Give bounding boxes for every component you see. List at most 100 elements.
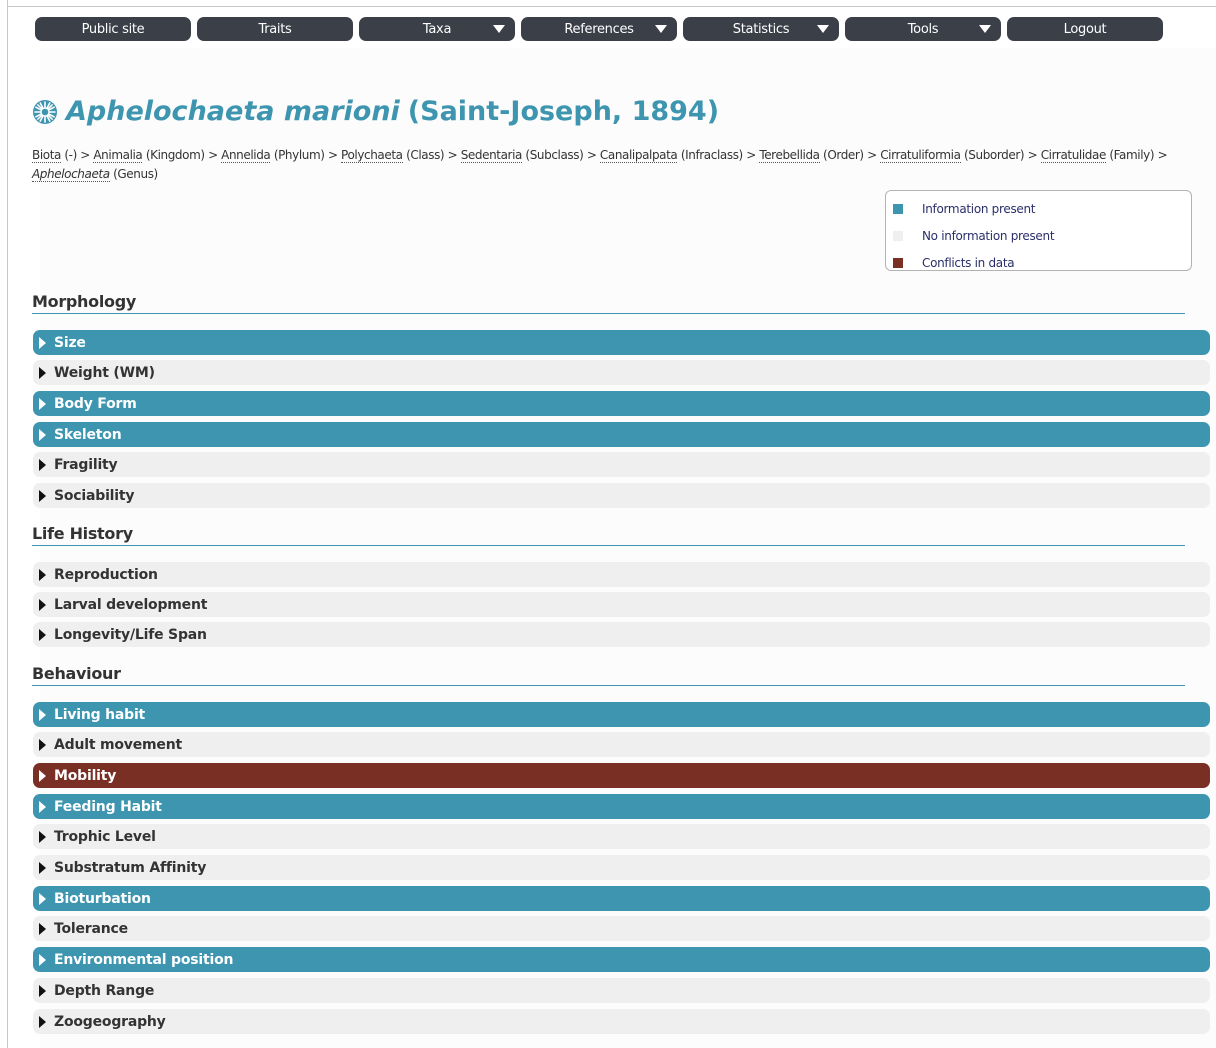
expand-arrow-icon (39, 800, 46, 813)
breadcrumb-link-animalia[interactable]: Animalia (93, 148, 143, 163)
expand-arrow-icon (39, 984, 46, 997)
nav-button-label: Statistics (732, 21, 790, 37)
legend-label-conflict: Conflicts in data (922, 255, 1015, 270)
trait-toggle-longevity-life-span[interactable]: Longevity/Life Span (33, 622, 1210, 647)
expand-arrow-icon (39, 628, 46, 641)
trait-label: Substratum Affinity (54, 859, 207, 876)
breadcrumb-rank: (Infraclass) (680, 148, 743, 162)
nav-button-taxa[interactable]: Taxa (359, 17, 515, 41)
expand-arrow-icon (39, 1015, 46, 1028)
trait-toggle-larval-development[interactable]: Larval development (33, 592, 1210, 617)
trait-toggle-tolerance[interactable]: Tolerance (33, 916, 1210, 941)
trait-toggle-skeleton[interactable]: Skeleton (33, 422, 1210, 447)
caret-down-icon (817, 25, 829, 33)
trait-label: Fragility (54, 456, 118, 473)
trait-toggle-depth-range[interactable]: Depth Range (33, 978, 1210, 1003)
expand-arrow-icon (39, 769, 46, 782)
legend-swatch-absent (893, 230, 903, 241)
trait-toggle-reproduction[interactable]: Reproduction (33, 562, 1210, 587)
expand-arrow-icon (39, 922, 46, 935)
trait-label: Larval development (54, 596, 208, 613)
legend-item-present: Information present (886, 195, 1191, 222)
nav-button-references[interactable]: References (521, 17, 677, 41)
page-frame-left-border (7, 0, 8, 1048)
caret-down-icon (655, 25, 667, 33)
trait-toggle-size[interactable]: Size (33, 330, 1210, 355)
breadcrumb-rank: (Subclass) (525, 148, 584, 162)
breadcrumb-rank: (Genus) (113, 167, 158, 181)
trait-toggle-feeding-habit[interactable]: Feeding Habit (33, 794, 1210, 819)
nav-button-label: References (564, 21, 634, 37)
breadcrumb-rank: (Suborder) (964, 148, 1025, 162)
nav-button-tools[interactable]: Tools (845, 17, 1001, 41)
breadcrumb-link-terebellida[interactable]: Terebellida (759, 148, 820, 163)
nav-button-statistics[interactable]: Statistics (683, 17, 839, 41)
page-frame-top-border (7, 6, 1216, 7)
expand-arrow-icon (39, 489, 46, 502)
expand-arrow-icon (39, 336, 46, 349)
trait-label: Living habit (54, 706, 146, 723)
nav-button-public-site[interactable]: Public site (35, 17, 191, 41)
trait-toggle-zoogeography[interactable]: Zoogeography (33, 1009, 1210, 1034)
trait-toggle-weight-wm[interactable]: Weight (WM) (33, 360, 1210, 385)
breadcrumb-link-sedentaria[interactable]: Sedentaria (460, 148, 522, 163)
breadcrumb-rank: (Phylum) (273, 148, 325, 162)
trait-toggle-sociability[interactable]: Sociability (33, 483, 1210, 508)
breadcrumb-link-polychaeta[interactable]: Polychaeta (341, 148, 403, 163)
trait-label: Depth Range (54, 982, 155, 999)
trait-toggle-bioturbation[interactable]: Bioturbation (33, 886, 1210, 911)
breadcrumb-link-cirratulidae[interactable]: Cirratulidae (1040, 148, 1106, 163)
trait-label: Size (54, 334, 86, 351)
trait-toggle-body-form[interactable]: Body Form (33, 391, 1210, 416)
nav-button-label: Traits (258, 21, 292, 37)
expand-arrow-icon (39, 830, 46, 843)
section-divider (32, 545, 1185, 546)
breadcrumb-rank: (Order) (823, 148, 864, 162)
top-navigation-bar: Public site Traits Taxa References Statistic… (35, 17, 1163, 41)
trait-toggle-environmental-position[interactable]: Environmental position (33, 947, 1210, 972)
trait-label: Zoogeography (54, 1013, 166, 1030)
trait-toggle-fragility[interactable]: Fragility (33, 452, 1210, 477)
trait-toggle-mobility[interactable]: Mobility (33, 763, 1210, 788)
section-heading-life-history: Life History (32, 524, 133, 543)
nav-button-traits[interactable]: Traits (197, 17, 353, 41)
trait-toggle-adult-movement[interactable]: Adult movement (33, 732, 1210, 757)
section-divider (32, 313, 1185, 314)
caret-down-icon (979, 25, 991, 33)
breadcrumb-rank: (Class) (406, 148, 445, 162)
breadcrumb-rank: (-) (64, 148, 77, 162)
expand-arrow-icon (39, 458, 46, 471)
legend-swatch-conflict (893, 257, 903, 268)
breadcrumb-link-cirratuliformia[interactable]: Cirratuliformia (880, 148, 961, 163)
expand-arrow-icon (39, 366, 46, 379)
legend: Information present No information prese… (885, 190, 1192, 271)
expand-arrow-icon (39, 397, 46, 410)
expand-arrow-icon (39, 568, 46, 581)
trait-label: Weight (WM) (54, 364, 155, 381)
breadcrumb-link-aphelochaeta[interactable]: Aphelochaeta (32, 167, 110, 182)
trait-label: Feeding Habit (54, 798, 162, 815)
trait-label: Longevity/Life Span (54, 626, 207, 643)
legend-label-absent: No information present (922, 228, 1055, 243)
trait-toggle-trophic-level[interactable]: Trophic Level (33, 824, 1210, 849)
page-title: Aphelochaeta marioni (Saint-Joseph, 1894… (32, 96, 719, 127)
breadcrumb-link-canalipalpata[interactable]: Canalipalpata (599, 148, 678, 163)
trait-toggle-substratum-affinity[interactable]: Substratum Affinity (33, 855, 1210, 880)
caret-down-icon (493, 25, 505, 33)
trait-toggle-living-habit[interactable]: Living habit (33, 702, 1210, 727)
breadcrumb: Biota (-) > Animalia (Kingdom) > Annelid… (32, 148, 1168, 182)
breadcrumb-link-annelida[interactable]: Annelida (221, 148, 271, 163)
trait-label: Body Form (54, 395, 137, 412)
nav-button-logout[interactable]: Logout (1007, 17, 1163, 41)
section-heading-behaviour: Behaviour (32, 664, 121, 683)
expand-arrow-icon (39, 428, 46, 441)
taxon-name: Aphelochaeta marioni (66, 96, 400, 127)
polychaete-taxon-icon (33, 99, 57, 124)
expand-arrow-icon (39, 708, 46, 721)
breadcrumb-link-biota[interactable]: Biota (32, 148, 61, 163)
section-heading-morphology: Morphology (32, 292, 137, 311)
nav-button-label: Tools (907, 21, 939, 37)
expand-arrow-icon (39, 892, 46, 905)
nav-button-label: Logout (1063, 21, 1107, 37)
trait-label: Sociability (54, 487, 135, 504)
